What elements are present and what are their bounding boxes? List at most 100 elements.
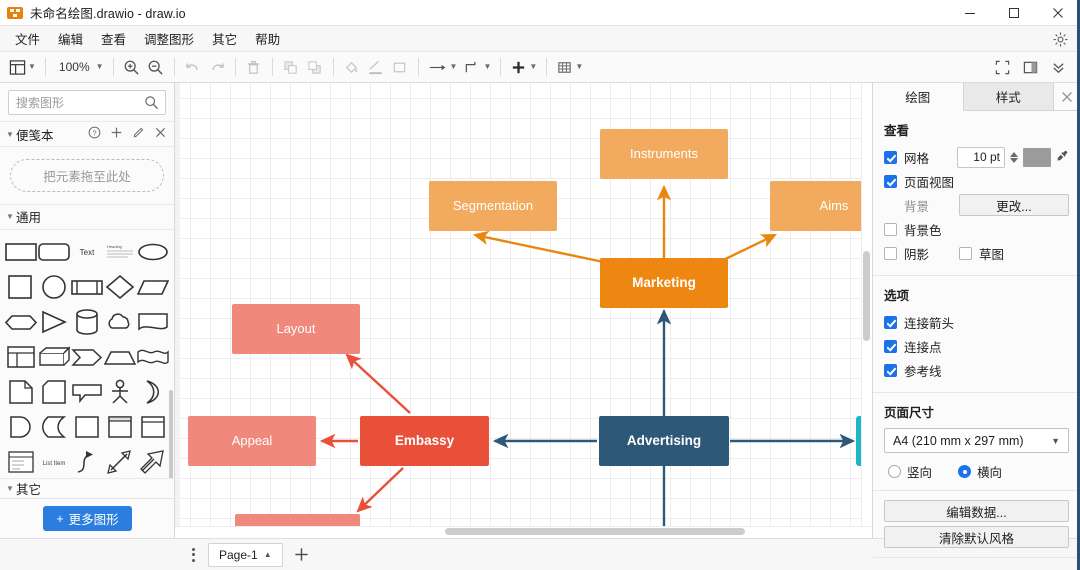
line-color-icon[interactable] [364, 55, 388, 79]
zoom-dropdown[interactable]: 100% ▼ [52, 55, 107, 79]
background-change-button[interactable]: 更改... [959, 194, 1069, 216]
menu-extras[interactable]: 其它 [203, 25, 246, 52]
search-box[interactable] [8, 90, 166, 115]
undo-icon[interactable] [181, 55, 205, 79]
eyedropper-icon[interactable] [1056, 149, 1069, 165]
page-menu-dots-icon[interactable] [182, 547, 204, 562]
shape-process[interactable] [70, 271, 103, 304]
shape-diamond[interactable] [104, 271, 137, 304]
menu-help[interactable]: 帮助 [246, 25, 289, 52]
connection-arrows-checkbox[interactable] [884, 315, 897, 329]
section-other-header[interactable]: ▼ 其它 [0, 478, 174, 498]
close-button[interactable] [1036, 0, 1080, 26]
canvas-horizontal-scrollbar[interactable] [175, 526, 872, 538]
diagram-node-aims[interactable]: Aims [770, 181, 872, 231]
diagram-node-appeal[interactable]: Appeal [188, 416, 316, 466]
shape-card[interactable] [37, 376, 70, 409]
shape-callout[interactable] [70, 376, 103, 409]
table-icon[interactable]: ▼ [553, 55, 586, 79]
diagram-node-segmentation[interactable]: Segmentation [429, 181, 557, 231]
chevron-double-down-icon[interactable] [1046, 55, 1070, 79]
chevron-up-icon[interactable]: ▲ [264, 550, 272, 559]
canvas-vertical-scrollbar[interactable] [861, 83, 872, 526]
diagram-node-marketing[interactable]: Marketing [600, 258, 728, 308]
fullscreen-icon[interactable] [990, 55, 1014, 79]
section-general-header[interactable]: ▼ 通用 [0, 203, 174, 230]
minimize-button[interactable] [948, 0, 992, 26]
sun-brightness-icon[interactable] [1050, 29, 1070, 49]
waypoint-icon[interactable]: ▼ [460, 55, 494, 79]
shape-hexagon[interactable] [4, 306, 37, 339]
guides-checkbox[interactable] [884, 363, 897, 377]
diagram-node-instruments[interactable]: Instruments [600, 129, 728, 179]
trash-icon[interactable] [242, 55, 266, 79]
canvas-horizontal-scroll-thumb[interactable] [445, 528, 745, 535]
send-to-back-icon[interactable] [303, 55, 327, 79]
maximize-button[interactable] [992, 0, 1036, 26]
add-page-button[interactable] [289, 542, 315, 568]
shape-cloud[interactable] [104, 306, 137, 339]
zoom-in-icon[interactable] [120, 55, 144, 79]
diagram-node-layout[interactable]: Layout [232, 304, 360, 354]
plus-icon[interactable] [110, 126, 123, 142]
section-scratchpad-header[interactable]: ▼ 便笺本 ? [0, 121, 174, 147]
shape-text[interactable]: Text [70, 236, 103, 269]
tab-diagram[interactable]: 绘图 [873, 83, 964, 111]
grid-color-swatch[interactable] [1023, 147, 1051, 167]
search-input[interactable] [9, 91, 165, 114]
shape-parallelogram[interactable] [137, 271, 170, 304]
shape-document[interactable] [137, 306, 170, 339]
shape-cylinder[interactable] [70, 306, 103, 339]
shape-triangle[interactable] [37, 306, 70, 339]
shape-curved-arrow[interactable] [70, 446, 103, 479]
sketch-checkbox[interactable] [959, 246, 973, 260]
shape-arrow-block[interactable] [70, 341, 103, 374]
background-color-checkbox[interactable] [884, 222, 897, 236]
canvas-page[interactable]: Instruments Segmentation Aims Marketing … [175, 83, 872, 526]
shape-trapezoid[interactable] [104, 341, 137, 374]
clear-default-style-button[interactable]: 清除默认风格 [884, 526, 1069, 548]
shape-circle[interactable] [37, 271, 70, 304]
shape-display[interactable] [37, 411, 70, 444]
paper-size-select[interactable]: A4 (210 mm x 297 mm) ▼ [884, 428, 1069, 453]
page-tab-page-1[interactable]: Page-1 ▲ [208, 542, 283, 567]
close-icon[interactable] [154, 126, 167, 142]
shape-rounded-rectangle[interactable] [37, 236, 70, 269]
connection-arrow-icon[interactable]: ▼ [425, 55, 461, 79]
shape-page[interactable] [4, 376, 37, 409]
pencil-icon[interactable] [132, 126, 145, 142]
landscape-radio[interactable] [958, 465, 972, 478]
shadow-checkbox[interactable] [884, 246, 897, 260]
shape-square[interactable] [4, 271, 37, 304]
zoom-out-icon[interactable] [144, 55, 168, 79]
shape-container[interactable] [70, 411, 103, 444]
shape-vertical-container[interactable] [137, 411, 170, 444]
scratchpad-dropzone[interactable]: 把元素拖至此处 [10, 159, 164, 192]
shape-delay[interactable] [4, 411, 37, 444]
shape-double-arrow[interactable] [104, 446, 137, 479]
shape-textbox[interactable]: Heading [104, 236, 137, 269]
page-view-icon[interactable]: ▼ [6, 55, 39, 79]
menu-view[interactable]: 查看 [92, 25, 135, 52]
format-panel-toggle-icon[interactable] [1018, 55, 1042, 79]
shape-list[interactable] [4, 446, 37, 479]
diagram-node-unlabeled-bottom[interactable] [235, 514, 360, 526]
orientation-landscape[interactable]: 横向 [958, 462, 1002, 481]
grid-checkbox[interactable] [884, 150, 897, 164]
more-shapes-button[interactable]: + 更多图形 [43, 506, 132, 531]
shape-crescent[interactable] [137, 376, 170, 409]
shape-list-item[interactable]: List Item [37, 446, 70, 479]
shape-ellipse[interactable] [137, 236, 170, 269]
shape-block-arrow[interactable] [137, 446, 170, 479]
bring-to-front-icon[interactable] [279, 55, 303, 79]
tab-style[interactable]: 样式 [963, 83, 1054, 110]
diagram-node-advertising[interactable]: Advertising [599, 416, 729, 466]
page-view-checkbox[interactable] [884, 174, 897, 188]
shape-rectangle[interactable] [4, 236, 37, 269]
menu-arrange[interactable]: 调整图形 [135, 25, 203, 52]
canvas-vertical-scroll-thumb[interactable] [863, 251, 870, 341]
shape-actor[interactable] [104, 376, 137, 409]
shape-table[interactable] [4, 341, 37, 374]
orientation-portrait[interactable]: 竖向 [888, 462, 932, 481]
shape-tape[interactable] [137, 341, 170, 374]
